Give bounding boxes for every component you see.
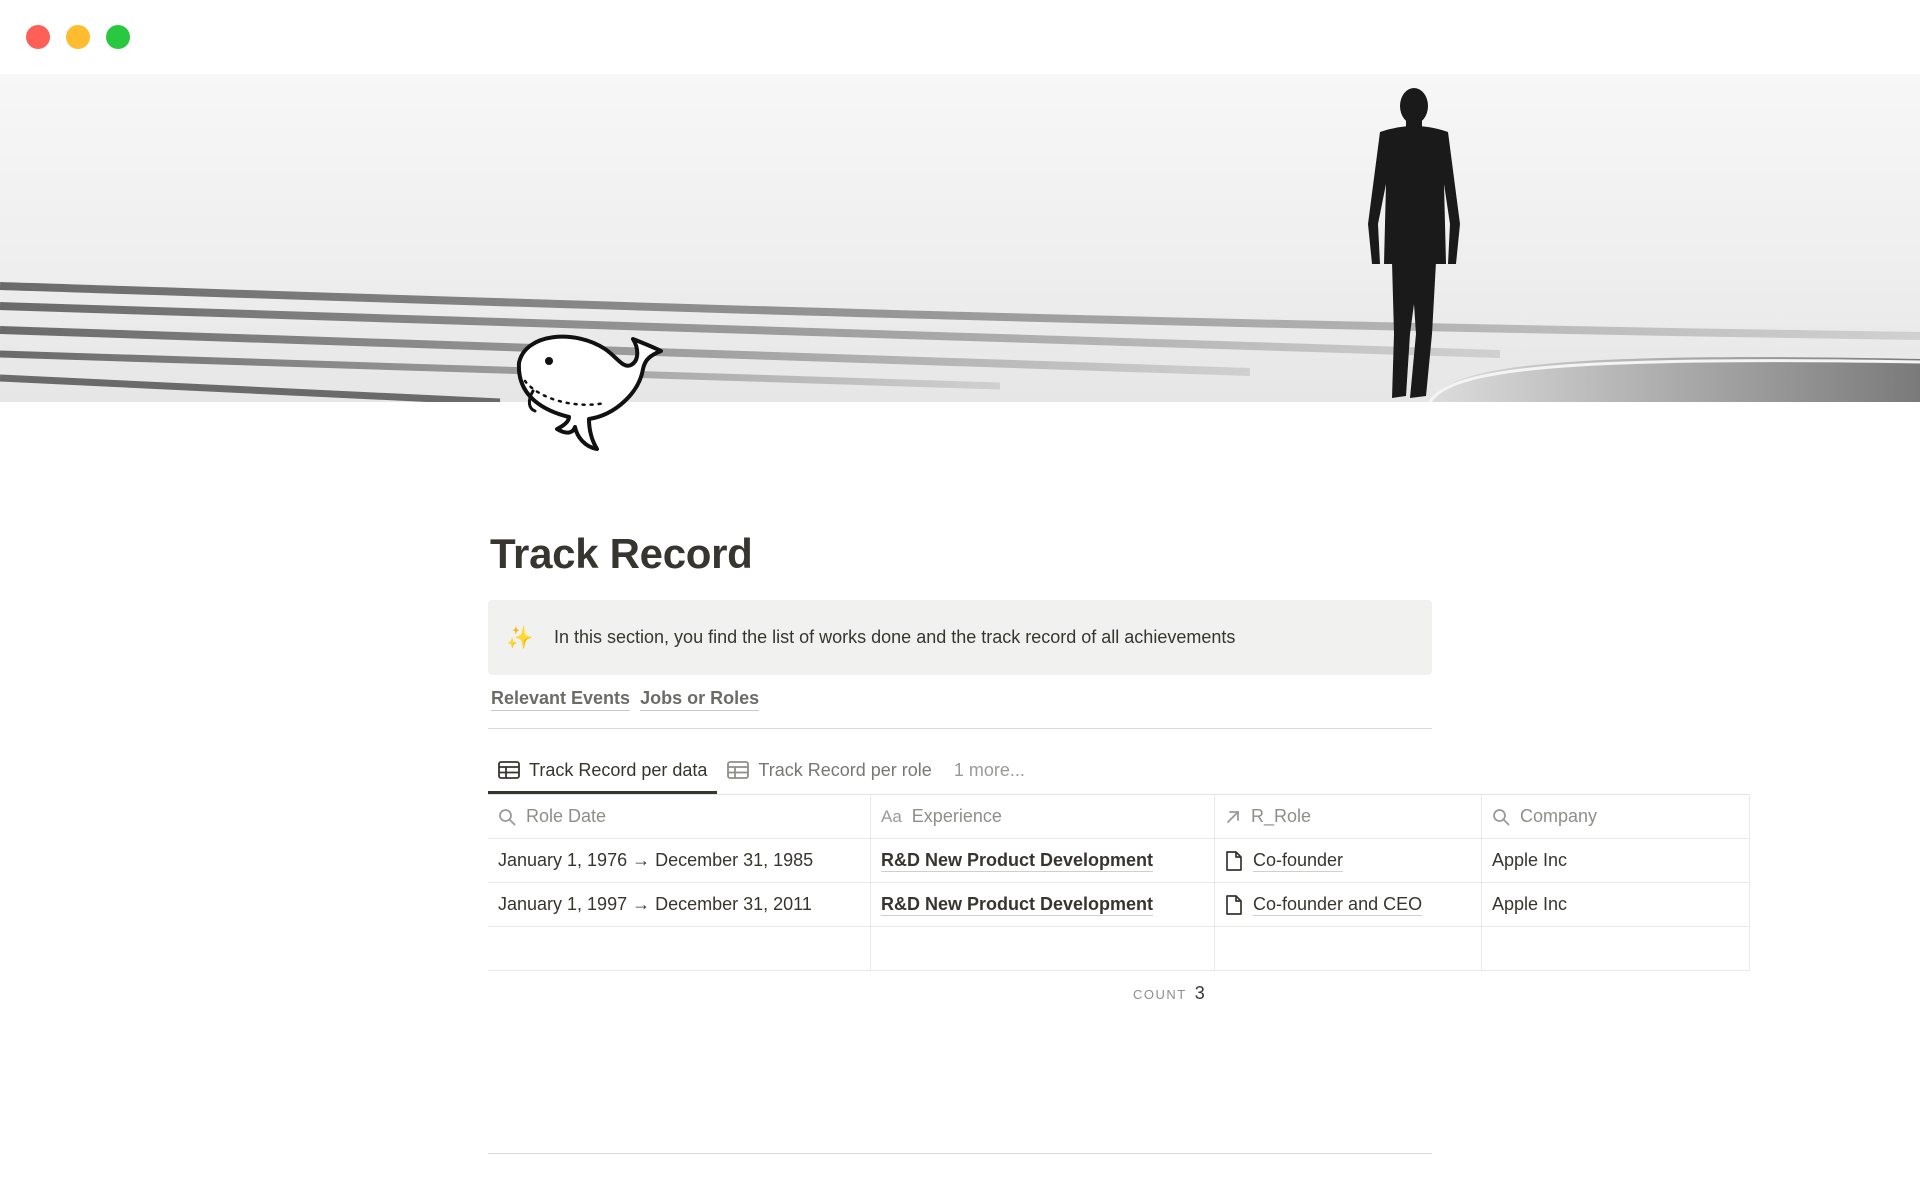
close-window-button[interactable] [26,25,50,49]
divider [488,728,1432,729]
more-views-button[interactable]: 1 more... [942,748,1035,792]
column-header-company[interactable]: Company [1482,795,1750,838]
cell-role-date[interactable]: January 1, 1976 → December 31, 1985 [488,839,871,882]
whale-icon[interactable] [505,325,665,465]
tab-track-record-per-role[interactable]: Track Record per role [717,748,941,792]
tab-track-record-per-data[interactable]: Track Record per data [488,748,718,794]
cell-experience[interactable]: R&D New Product Development [871,839,1215,882]
cell-empty[interactable] [1482,927,1750,970]
zoom-window-button[interactable] [106,25,130,49]
divider [488,1153,1432,1154]
search-icon [1492,808,1510,826]
link-relevant-events[interactable]: Relevant Events [491,688,631,711]
table-row[interactable]: January 1, 1976 → December 31, 1985 R&D … [488,839,1750,883]
table-row-empty[interactable] [488,927,1750,971]
cell-company[interactable]: Apple Inc [1482,839,1750,882]
column-label: R_Role [1251,806,1312,826]
role-link[interactable]: Co-founder [1253,850,1344,872]
callout-text: In this section, you find the list of wo… [554,627,1236,647]
table-header-row: Role Date Aa Experience R_Role Company [488,795,1750,839]
cover-artwork [0,88,1920,402]
table-row[interactable]: January 1, 1997 → December 31, 2011 R&D … [488,883,1750,927]
link-jobs-or-roles[interactable]: Jobs or Roles [640,688,760,711]
minimize-window-button[interactable] [66,25,90,49]
cell-empty[interactable] [488,927,871,970]
table-icon [498,761,520,779]
cell-role-date[interactable]: January 1, 1997 → December 31, 2011 [488,883,871,926]
column-header-experience[interactable]: Aa Experience [871,795,1215,838]
callout-block[interactable]: ✨ In this section, you find the list of … [488,600,1432,675]
title-aa-icon: Aa [881,806,902,826]
column-label: Company [1520,806,1598,826]
column-label: Experience [911,806,1002,826]
relation-arrow-icon [1225,809,1241,825]
document-icon [1225,894,1243,915]
tab-label: Track Record per role [758,759,932,780]
role-link[interactable]: Co-founder and CEO [1253,894,1423,916]
table-count-summary[interactable]: COUNT 3 [1133,983,1205,1004]
cell-company[interactable]: Apple Inc [1482,883,1750,926]
page-title[interactable]: Track Record [490,530,753,578]
cell-r-role[interactable]: Co-founder [1215,839,1482,882]
table-icon [727,761,750,779]
window-titlebar [0,0,1920,74]
cell-empty[interactable] [1215,927,1482,970]
cell-experience[interactable]: R&D New Product Development [871,883,1215,926]
tab-label: Track Record per data [529,759,708,780]
database-view-tabs: Track Record per data Track Record per r… [488,748,1035,794]
page-cover-image [0,74,1920,402]
count-label: COUNT [1133,987,1187,1002]
count-value: 3 [1194,983,1205,1003]
document-icon [1225,850,1243,871]
search-icon [498,808,516,826]
related-links: Relevant Events Jobs or Roles [491,688,760,711]
database-table: Role Date Aa Experience R_Role Company J… [488,794,1750,971]
cell-empty[interactable] [871,927,1215,970]
column-header-role-date[interactable]: Role Date [488,795,871,838]
experience-link[interactable]: R&D New Product Development [881,894,1154,916]
sparkles-icon[interactable]: ✨ [506,625,536,651]
column-label: Role Date [526,806,607,826]
experience-link[interactable]: R&D New Product Development [881,850,1154,872]
cell-r-role[interactable]: Co-founder and CEO [1215,883,1482,926]
column-header-r-role[interactable]: R_Role [1215,795,1482,838]
